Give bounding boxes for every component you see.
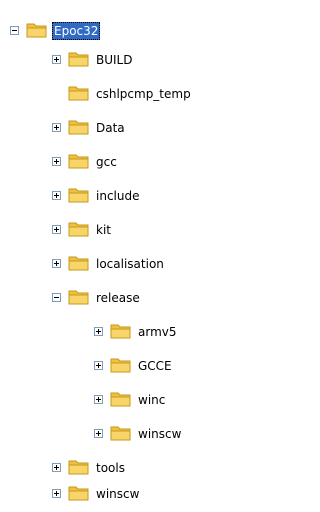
tree-item-label[interactable]: winc [136,391,167,409]
tree-item-label[interactable]: tools [94,459,127,477]
folder-icon [110,392,131,407]
folder-icon [68,52,89,67]
tree-item-include[interactable]: include [0,180,267,214]
tree-item-label[interactable]: BUILD [94,51,134,69]
tree-item-localisation[interactable]: localisation [0,248,267,282]
folder-icon [68,188,89,203]
tree-item-build[interactable]: BUILD [0,44,267,78]
tree-item-winscw[interactable]: winscw [0,478,267,512]
expand-icon[interactable] [52,489,61,498]
tree-item-armv5[interactable]: armv5 [0,316,267,350]
tree-item-data[interactable]: Data [0,112,267,146]
expand-icon[interactable] [52,463,61,472]
expand-icon[interactable] [94,395,103,404]
expand-icon[interactable] [52,55,61,64]
tree-item-cshlpcmp-temp[interactable]: cshlpcmp_temp [0,78,267,112]
expand-icon[interactable] [94,361,103,370]
folder-icon [68,222,89,237]
folder-icon [68,86,89,101]
expand-icon[interactable] [94,429,103,438]
folder-icon [68,256,89,271]
expand-icon[interactable] [52,191,61,200]
folder-icon [110,324,131,339]
folder-icon [68,120,89,135]
folder-icon [68,486,89,501]
tree-item-gcce[interactable]: GCCE [0,350,267,384]
folder-icon [110,426,131,441]
collapse-icon[interactable] [52,293,61,302]
folder-icon [26,23,47,38]
tree-item-label[interactable]: Epoc32 [52,22,101,40]
expand-icon[interactable] [94,327,103,336]
tree-item-label[interactable]: release [94,289,142,307]
expand-icon[interactable] [52,123,61,132]
tree-item-label[interactable]: Data [94,119,127,137]
tree-item-label[interactable]: winscw [94,485,141,503]
folder-icon [68,154,89,169]
tree-item-release-winscw[interactable]: winscw [0,418,267,452]
tree-item-label[interactable]: gcc [94,153,119,171]
tree-item-label[interactable]: cshlpcmp_temp [94,85,193,103]
tree-item-kit[interactable]: kit [0,214,267,248]
folder-icon [68,460,89,475]
expand-icon[interactable] [52,225,61,234]
tree-item-label[interactable]: winscw [136,425,183,443]
expand-icon[interactable] [52,157,61,166]
tree-item-release[interactable]: release [0,282,267,316]
tree-item-label[interactable]: GCCE [136,357,174,375]
folder-icon [68,290,89,305]
folder-icon [110,358,131,373]
tree-item-label[interactable]: localisation [94,255,166,273]
tree-item-gcc[interactable]: gcc [0,146,267,180]
tree-item-label[interactable]: kit [94,221,113,239]
tree-item-label[interactable]: armv5 [136,323,179,341]
folder-tree: Epoc32 BUILD cshlpcmp_temp Data gcc incl… [0,0,267,512]
tree-item-winc[interactable]: winc [0,384,267,418]
collapse-icon[interactable] [10,26,19,35]
tree-item-label[interactable]: include [94,187,141,205]
expand-icon[interactable] [52,259,61,268]
